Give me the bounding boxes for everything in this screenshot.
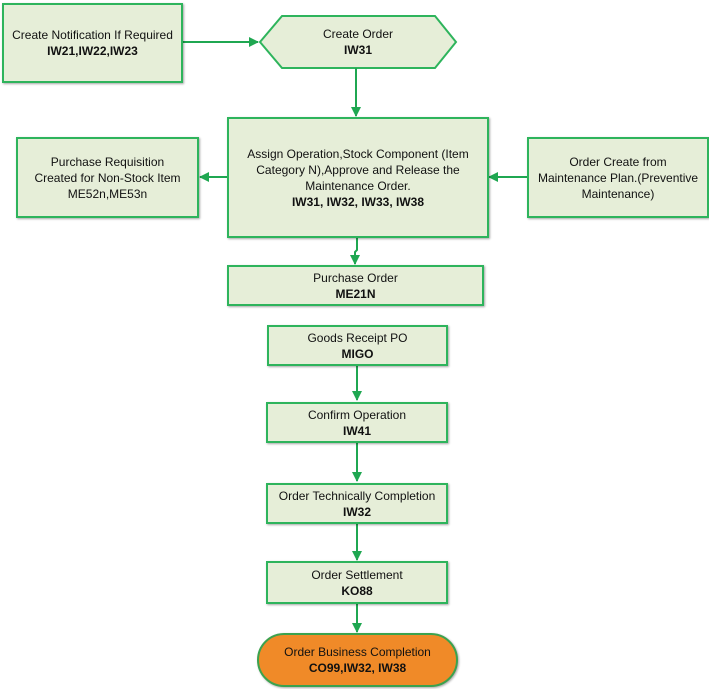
node-label: Create Order bbox=[322, 27, 394, 41]
node-code: ME21N bbox=[335, 286, 376, 301]
node-create-notification[interactable]: Create Notification If Required IW21,IW2… bbox=[2, 3, 183, 83]
node-label-line: Maintenance) bbox=[581, 186, 655, 201]
node-code: IW31, IW32, IW33, IW38 bbox=[291, 194, 425, 209]
node-technical-completion[interactable]: Order Technically Completion IW32 bbox=[266, 483, 448, 524]
node-label-line: Assign Operation,Stock Component (Item bbox=[247, 146, 469, 161]
node-label: Order Technically Completion bbox=[278, 488, 436, 503]
node-label: Confirm Operation bbox=[307, 407, 407, 422]
node-business-completion[interactable]: Order Business Completion CO99,IW32, IW3… bbox=[257, 633, 458, 687]
node-label: Goods Receipt PO bbox=[307, 330, 408, 345]
node-label-line: Created for Non-Stock Item bbox=[34, 170, 181, 185]
node-code: MIGO bbox=[341, 346, 374, 361]
node-label-line: Maintenance Plan.(Preventive bbox=[537, 170, 699, 185]
node-code: IW32 bbox=[342, 504, 371, 519]
node-code: IW31 bbox=[343, 43, 372, 57]
node-label: Purchase Order bbox=[313, 270, 398, 285]
node-goods-receipt[interactable]: Goods Receipt PO MIGO bbox=[267, 325, 448, 366]
node-order-settlement[interactable]: Order Settlement KO88 bbox=[266, 561, 448, 604]
node-label-line: Order Create from bbox=[569, 154, 667, 169]
node-label-line: Purchase Requisition bbox=[50, 154, 165, 169]
node-label-line: ME52n,ME53n bbox=[67, 186, 148, 201]
edge-assign-to-purchase-order bbox=[350, 237, 360, 265]
node-label: Order Settlement bbox=[311, 567, 403, 582]
node-purchase-order[interactable]: Purchase Order ME21N bbox=[227, 265, 484, 306]
node-label-line: Category N),Approve and Release the bbox=[256, 162, 460, 177]
node-assign-operation[interactable]: Assign Operation,Stock Component (Item C… bbox=[227, 117, 489, 238]
node-confirm-operation[interactable]: Confirm Operation IW41 bbox=[266, 402, 448, 443]
node-label: Create Notification If Required bbox=[12, 28, 173, 42]
node-maintenance-plan[interactable]: Order Create from Maintenance Plan.(Prev… bbox=[527, 137, 709, 218]
node-code: IW21,IW22,IW23 bbox=[47, 44, 138, 58]
node-label-line: Maintenance Order. bbox=[305, 178, 411, 193]
node-code: KO88 bbox=[341, 583, 373, 598]
node-label: Order Business Completion bbox=[284, 645, 431, 659]
node-purchase-requisition[interactable]: Purchase Requisition Created for Non-Sto… bbox=[16, 137, 199, 218]
node-create-order[interactable]: Create Order IW31 bbox=[262, 17, 454, 67]
node-code: IW41 bbox=[342, 423, 371, 438]
node-code: CO99,IW32, IW38 bbox=[308, 661, 407, 675]
